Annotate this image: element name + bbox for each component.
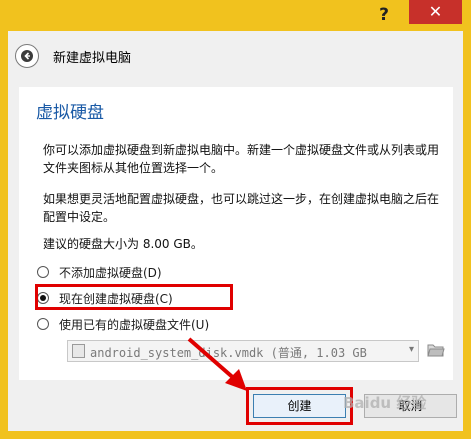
recommended-size-text: 建议的硬盘大小为 8.00 GB。: [43, 237, 203, 251]
disk-icon: [72, 344, 85, 358]
back-arrow-icon: [21, 50, 33, 62]
option-no-disk[interactable]: 不添加虚拟硬盘(D): [37, 263, 257, 283]
section-title: 虚拟硬盘: [36, 103, 104, 123]
radio-button[interactable]: [37, 266, 49, 278]
chevron-down-icon[interactable]: ▾: [409, 344, 414, 355]
annotation-arrow-icon: [187, 337, 247, 391]
radio-button[interactable]: [37, 318, 49, 330]
back-button[interactable]: [15, 44, 39, 68]
annotation-highlight-option: [35, 284, 233, 310]
folder-icon: [427, 344, 445, 357]
description-paragraph: 你可以添加虚拟硬盘到新虚拟电脑中。新建一个虚拟硬盘文件或从列表或用文件夹图标从其…: [43, 143, 440, 175]
option-label: 不添加虚拟硬盘(D): [59, 266, 162, 280]
annotation-highlight-create: [246, 387, 353, 425]
wizard-header: 新建虚拟电脑: [8, 31, 463, 79]
skip-note-paragraph: 如果想更灵活地配置虚拟硬盘，也可以跳过这一步，在创建虚拟电脑之后在配置中设定。: [43, 192, 440, 224]
title-bar: ? ✕: [0, 0, 471, 31]
option-use-existing-disk[interactable]: 使用已有的虚拟硬盘文件(U): [37, 315, 277, 335]
dialog-window: ? ✕ 新建虚拟电脑 虚拟硬盘 你可以添加虚拟硬盘到新虚拟电脑中。新建一个虚拟硬…: [0, 0, 471, 439]
help-button[interactable]: ?: [364, 3, 404, 27]
choose-disk-file-button[interactable]: [425, 339, 447, 361]
close-button[interactable]: ✕: [409, 0, 462, 24]
watermark: Baidu 经验: [343, 394, 427, 412]
wizard-title: 新建虚拟电脑: [53, 51, 132, 66]
option-label: 使用已有的虚拟硬盘文件(U): [59, 318, 210, 332]
